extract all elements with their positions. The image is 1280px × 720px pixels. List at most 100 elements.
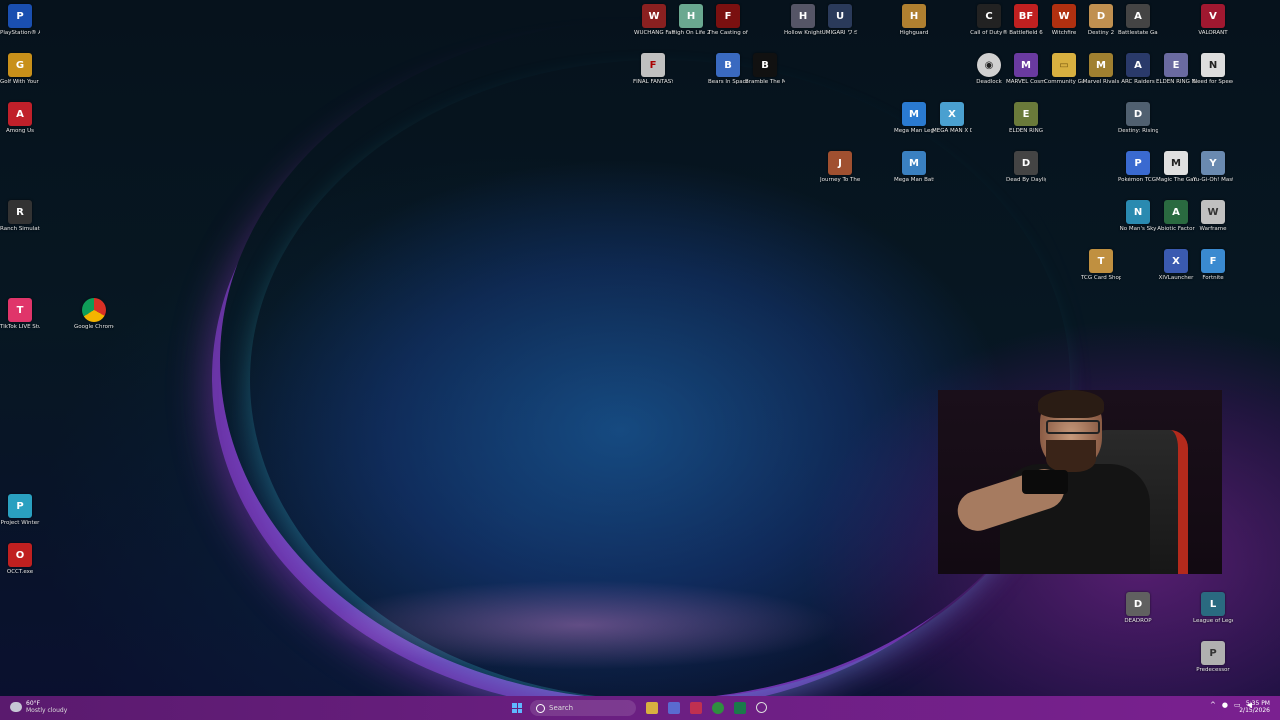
desktop-icon-tcg-card-shop[interactable]: T TCG Card Shop Si... (1081, 249, 1121, 282)
desktop-icon-mega-man-battle-network[interactable]: M Mega Man Battle Ne... (894, 151, 934, 184)
journey-icon: J (828, 151, 852, 175)
taskbar-search[interactable]: Search (530, 700, 636, 716)
pokemon-icon: P (1126, 151, 1150, 175)
desktop-icon-warframe[interactable]: W Warframe (1193, 200, 1233, 233)
desktop-icon-valorant[interactable]: V VALORANT (1193, 4, 1233, 37)
desktop-icon-high-on-life-2[interactable]: H High On Life 2 (671, 4, 711, 37)
no-mans-sky-icon: N (1126, 200, 1150, 224)
deadlock-icon: ◉ (977, 53, 1001, 77)
desktop-icon-ranch-simulator[interactable]: R Ranch Simulator (0, 200, 40, 233)
desktop-icon-marvel-cosmic[interactable]: M MARVEL Cosmi... (1006, 53, 1046, 86)
ranch-simulator-icon: R (8, 200, 32, 224)
desktop-icon-arc-raiders[interactable]: A ARC Raiders (1118, 53, 1158, 86)
desktop-icon-battlestate-games[interactable]: A Battlestate Games L... (1118, 4, 1158, 37)
desktop-icon-no-mans-sky[interactable]: N No Man's Sky (1118, 200, 1158, 233)
start-button[interactable] (512, 703, 522, 713)
desktop-icon-community-games[interactable]: ▭ Community Games (1044, 53, 1084, 86)
mega-man-icon: M (902, 102, 926, 126)
call-of-duty-icon: C (977, 4, 1001, 28)
folder-icon: ▭ (1052, 53, 1076, 77)
predecessor-icon: P (1201, 641, 1225, 665)
desktop-icon-elden-ring[interactable]: E ELDEN RING (1006, 102, 1046, 135)
desktop-icon-playstation-accessories[interactable]: P PlayStation® Accessories (0, 4, 40, 37)
desktop-icon-project-winter[interactable]: P Project Winter (0, 494, 40, 527)
high-on-life-icon: H (679, 4, 703, 28)
desktop-icon-bramble[interactable]: B Bramble The Mountain ... (745, 53, 785, 86)
windows-logo-tile (517, 703, 522, 708)
chrome-icon (82, 298, 106, 322)
desktop-icon-umigari[interactable]: U UMIGARI ウミ (820, 4, 860, 37)
desktop-icon-bears-in-space[interactable]: B Bears In Space (708, 53, 748, 86)
person-glasses (1046, 420, 1100, 434)
desktop-icon-xivlauncher[interactable]: X XIVLauncher (1156, 249, 1196, 282)
destiny-rising-icon: D (1126, 102, 1150, 126)
file-explorer-icon[interactable] (646, 702, 658, 714)
clock[interactable]: 5:35 PM 2/15/2026 (1239, 700, 1270, 714)
hollow-knight-icon: H (791, 4, 815, 28)
person-beard (1046, 440, 1096, 472)
desktop-icon-among-us[interactable]: A Among Us (0, 102, 40, 135)
desktop-icon-magic-the-gathering[interactable]: M Magic The Gatherin... (1156, 151, 1196, 184)
tiktok-icon: T (8, 298, 32, 322)
desktop-icon-tiktok-live-studio[interactable]: T TikTok LIVE Studio (0, 298, 40, 331)
desktop-icon-elden-ring-nightreign[interactable]: E ELDEN RING NIGHTREIGN (1156, 53, 1196, 86)
desktop-icon-final-fantasy[interactable]: F FINAL FANTASY (633, 53, 673, 86)
desktop-icon-yugioh-master-duel[interactable]: Y Yu-Gi-Oh! Master Duel (1193, 151, 1233, 184)
frank-stone-icon: F (716, 4, 740, 28)
umigari-icon: U (828, 4, 852, 28)
desktop-icon-google-chrome[interactable]: Google Chrome (74, 298, 114, 331)
desktop-icon-predecessor[interactable]: P Predecessor (1193, 641, 1233, 674)
desktop-icon-highguard[interactable]: H Highguard (894, 4, 934, 37)
microphone-icon[interactable]: ● (1222, 701, 1228, 709)
league-of-legends-icon: L (1201, 592, 1225, 616)
windows-logo-tile (512, 708, 517, 713)
chevron-up-icon[interactable]: ^ (1210, 701, 1216, 709)
desktop-icon-casting-of-frank[interactable]: F The Casting of Frank S... (708, 4, 748, 37)
taskbar-app-icon[interactable] (734, 702, 746, 714)
clock-time: 5:35 PM (1245, 700, 1270, 707)
desktop-icon-deadlock[interactable]: ◉ Deadlock (969, 53, 1009, 86)
desktop-icon-occt[interactable]: O OCCT.exe (0, 543, 40, 576)
wallpaper-swirl-inner (250, 60, 1070, 700)
weather-desc: Mostly cloudy (26, 707, 68, 714)
witchfire-icon: W (1052, 4, 1076, 28)
desktop-icon-dead-by-daylight[interactable]: D Dead By Daylight (1006, 151, 1046, 184)
desktop-icon-destiny-2[interactable]: D Destiny 2 (1081, 4, 1121, 37)
bears-in-space-icon: B (716, 53, 740, 77)
abiotic-factor-icon: A (1164, 200, 1188, 224)
magic-the-gathering-icon: M (1164, 151, 1188, 175)
deadrop-icon: D (1126, 592, 1150, 616)
desktop-icon-witchfire[interactable]: W Witchfire (1044, 4, 1084, 37)
desktop-icon-hollow-knight[interactable]: H Hollow Knight (783, 4, 823, 37)
desktop-icon-destiny-rising[interactable]: D Destiny: Rising-And... (1118, 102, 1158, 135)
desktop-icon-abiotic-factor[interactable]: A Abiotic Factor (1156, 200, 1196, 233)
xbox-icon[interactable] (712, 702, 724, 714)
marvel-cosmic-icon: M (1014, 53, 1038, 77)
desktop-icon-league-of-legends[interactable]: L League of Legends (1193, 592, 1233, 625)
highguard-icon: H (902, 4, 926, 28)
wallpaper-glow (320, 580, 840, 670)
settings-icon[interactable] (756, 702, 767, 713)
battlestate-icon: A (1126, 4, 1150, 28)
playstation-icon: P (8, 4, 32, 28)
discord-icon[interactable] (668, 702, 680, 714)
fortnite-icon: F (1201, 249, 1225, 273)
desktop-icon-need-for-speed[interactable]: N Need for Speed... (1193, 53, 1233, 86)
desktop-icon-call-of-duty[interactable]: C Call of Duty® (969, 4, 1009, 37)
final-fantasy-icon: F (641, 53, 665, 77)
desktop-icon-battlefield-6[interactable]: BF Battlefield 6 (1006, 4, 1046, 37)
desktop-icon-fortnite[interactable]: F Fortnite (1193, 249, 1233, 282)
desktop-icon-pokemon-tcg-live[interactable]: P Pokémon TCG Live (1118, 151, 1158, 184)
desktop-icon-mega-man-x-dive[interactable]: X MEGA MAN X DiVE Of... (932, 102, 972, 135)
desktop-icon-wuchang[interactable]: W WUCHANG Fallen Fea... (634, 4, 674, 37)
occt-icon: O (8, 543, 32, 567)
desktop-icon-journey-to-the-savage[interactable]: J Journey To The Sava... (820, 151, 860, 184)
taskbar-app-icon[interactable] (690, 702, 702, 714)
weather-widget[interactable]: 60°F Mostly cloudy (10, 700, 67, 714)
mega-man-x-icon: X (940, 102, 964, 126)
desktop-icon-marvel-rivals[interactable]: M Marvel Rivals (1081, 53, 1121, 86)
desktop-icon-golf-with-your-friends[interactable]: G Golf With Your Friends (0, 53, 40, 86)
desktop-icon-deadrop[interactable]: D DEADROP (1118, 592, 1158, 625)
valorant-icon: V (1201, 4, 1225, 28)
desktop-icon-mega-man-legacy[interactable]: M Mega Man Legacy C... (894, 102, 934, 135)
